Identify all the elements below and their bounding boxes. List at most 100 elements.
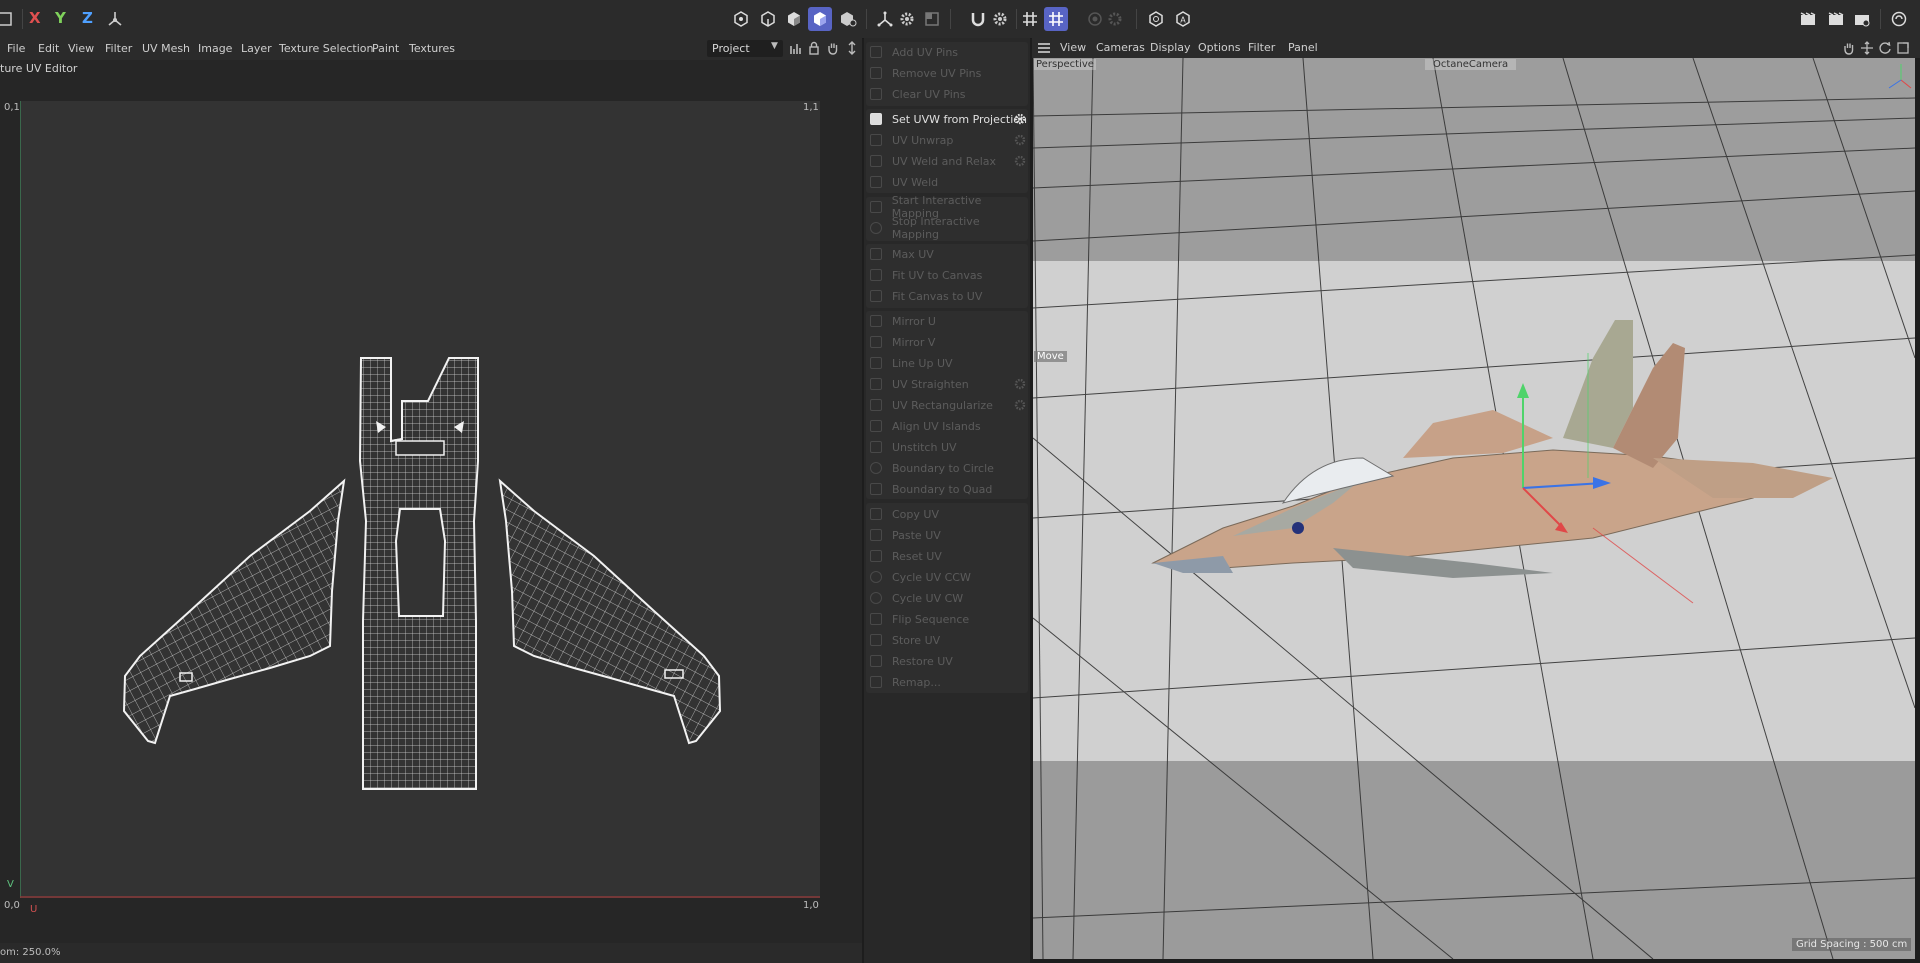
- cmd-cycle-uv-cw[interactable]: Cycle UV CW: [866, 588, 1028, 608]
- axis-x-toggle[interactable]: X: [29, 9, 41, 27]
- vp-menu-view[interactable]: View: [1060, 41, 1086, 54]
- vp-menu-display[interactable]: Display: [1150, 41, 1191, 54]
- view-hide-icon[interactable]: [1144, 7, 1168, 31]
- axis-y-toggle[interactable]: Y: [55, 9, 66, 27]
- cmd-cycle-uv-ccw[interactable]: Cycle UV CCW: [866, 567, 1028, 587]
- menu-filter[interactable]: Filter: [105, 42, 132, 55]
- snap-settings-gear-icon[interactable]: [988, 7, 1012, 31]
- menu-textures[interactable]: Textures: [409, 42, 455, 55]
- cmd-uv-rectangularize[interactable]: UV Rectangularize: [866, 395, 1028, 415]
- vp-menu-panel[interactable]: Panel: [1288, 41, 1318, 54]
- viewport-solo-icon[interactable]: [920, 7, 944, 31]
- render-region-icon[interactable]: [1796, 7, 1820, 31]
- project-dropdown[interactable]: Project ▼: [707, 40, 783, 57]
- svg-text:A: A: [1180, 16, 1186, 25]
- hamburger-menu-icon[interactable]: [1037, 41, 1051, 55]
- gear-icon[interactable]: [1014, 113, 1026, 125]
- cmd-reset-uv[interactable]: Reset UV: [866, 546, 1028, 566]
- lock-icon[interactable]: [807, 41, 821, 55]
- cmd-start-interactive-mapping[interactable]: Start Interactive Mapping: [866, 194, 1028, 220]
- polygons-mode-icon[interactable]: [782, 7, 806, 31]
- vp-menu-filter[interactable]: Filter: [1248, 41, 1275, 54]
- cmd-add-uv-pins[interactable]: Add UV Pins: [866, 42, 1028, 62]
- rectangularize-icon: [870, 399, 882, 411]
- cmd-uv-straighten[interactable]: UV Straighten: [866, 374, 1028, 394]
- edges-mode-icon[interactable]: [756, 7, 780, 31]
- weld-relax-icon: [870, 155, 882, 167]
- gear-icon[interactable]: [1014, 378, 1026, 390]
- cmd-remap[interactable]: Remap...: [866, 672, 1028, 692]
- cmd-fit-canvas-to-uv[interactable]: Fit Canvas to UV: [866, 286, 1028, 306]
- cmd-uv-weld-and-relax[interactable]: UV Weld and Relax: [866, 151, 1028, 171]
- vp-pan-hand-icon[interactable]: [1842, 41, 1856, 55]
- paste-icon: [870, 529, 882, 541]
- cmd-align-uv-islands[interactable]: Align UV Islands: [866, 416, 1028, 436]
- cmd-restore-uv[interactable]: Restore UV: [866, 651, 1028, 671]
- cmd-paste-uv[interactable]: Paste UV: [866, 525, 1028, 545]
- uv-corner-top-left: 0,1: [4, 102, 20, 113]
- vp-menu-cameras[interactable]: Cameras: [1096, 41, 1145, 54]
- cmd-boundary-to-circle[interactable]: Boundary to Circle: [866, 458, 1028, 478]
- cmd-flip-sequence[interactable]: Flip Sequence: [866, 609, 1028, 629]
- cmd-remove-uv-pins[interactable]: Remove UV Pins: [866, 63, 1028, 83]
- axis-settings-gear-icon[interactable]: [895, 7, 919, 31]
- cmd-mirror-u[interactable]: Mirror U: [866, 311, 1028, 331]
- grid-snap-icon[interactable]: [1018, 7, 1042, 31]
- menu-paint[interactable]: Paint: [372, 42, 399, 55]
- menu-file[interactable]: File: [7, 42, 25, 55]
- perspective-label[interactable]: Perspective: [1034, 59, 1096, 70]
- histogram-icon[interactable]: [789, 41, 803, 55]
- rotate-cw-icon: [870, 592, 882, 604]
- gear-icon[interactable]: [1014, 399, 1026, 411]
- axis-z-toggle[interactable]: Z: [82, 9, 93, 27]
- axis-modifier-icon[interactable]: [873, 7, 897, 31]
- vp-menu-options[interactable]: Options: [1198, 41, 1240, 54]
- cmd-boundary-to-quad[interactable]: Boundary to Quad: [866, 479, 1028, 499]
- points-mode-icon[interactable]: [729, 7, 753, 31]
- cmd-fit-uv-to-canvas[interactable]: Fit UV to Canvas: [866, 265, 1028, 285]
- vp-maximize-icon[interactable]: [1896, 41, 1910, 55]
- cmd-store-uv[interactable]: Store UV: [866, 630, 1028, 650]
- uv-points-mode-icon[interactable]: [836, 7, 860, 31]
- viewport-canvas[interactable]: Perspective OctaneCamera Move Grid Spaci…: [1033, 58, 1915, 959]
- pan-hand-icon[interactable]: [826, 41, 840, 55]
- project-dropdown-label: Project: [712, 42, 750, 55]
- auto-key-icon[interactable]: A: [1171, 7, 1195, 31]
- chevron-down-icon: ▼: [771, 41, 778, 51]
- cmd-copy-uv[interactable]: Copy UV: [866, 504, 1028, 524]
- render-view-icon[interactable]: [1824, 7, 1848, 31]
- uv-polygons-mode-icon[interactable]: [808, 7, 832, 31]
- reset-icon: [870, 550, 882, 562]
- cmd-clear-uv-pins[interactable]: Clear UV Pins: [866, 84, 1028, 104]
- render-settings-icon[interactable]: [1850, 7, 1874, 31]
- menu-image[interactable]: Image: [198, 42, 232, 55]
- gear-icon[interactable]: [1014, 155, 1026, 167]
- cmd-mirror-v[interactable]: Mirror V: [866, 332, 1028, 352]
- viewport-menubar: View Cameras Display Options Filter Pane…: [1032, 38, 1920, 58]
- commander-icon[interactable]: [1887, 7, 1911, 31]
- cmd-set-uvw-from-projection[interactable]: Set UVW from Projection: [866, 109, 1028, 129]
- menu-edit[interactable]: Edit: [38, 42, 59, 55]
- cmd-stop-interactive-mapping[interactable]: Stop Interactive Mapping: [866, 215, 1028, 241]
- uv-canvas[interactable]: [20, 101, 820, 898]
- cmd-line-up-uv[interactable]: Line Up UV: [866, 353, 1028, 373]
- menu-layer[interactable]: Layer: [241, 42, 272, 55]
- workplane-grid-icon[interactable]: [1044, 7, 1068, 31]
- active-camera-label[interactable]: OctaneCamera: [1425, 59, 1517, 70]
- uv-editor-title: ture UV Editor: [0, 62, 78, 75]
- cmd-max-uv[interactable]: Max UV: [866, 244, 1028, 264]
- cmd-uv-unwrap[interactable]: UV Unwrap: [866, 130, 1028, 150]
- menu-view[interactable]: View: [68, 42, 94, 55]
- gear-icon[interactable]: [1014, 134, 1026, 146]
- cmd-unstitch-uv[interactable]: Unstitch UV: [866, 437, 1028, 457]
- menu-texture-selection[interactable]: Texture Selection: [279, 42, 373, 55]
- soft-selection-gear-icon[interactable]: [1103, 7, 1127, 31]
- panel-icon[interactable]: [0, 7, 16, 31]
- vp-rotate-icon[interactable]: [1878, 41, 1892, 55]
- snap-magnet-icon[interactable]: [966, 7, 990, 31]
- menu-uv-mesh[interactable]: UV Mesh: [142, 42, 190, 55]
- zoom-arrows-icon[interactable]: [845, 41, 859, 55]
- vp-move-arrows-icon[interactable]: [1860, 41, 1874, 55]
- cmd-uv-weld[interactable]: UV Weld: [866, 172, 1028, 192]
- coordinate-system-icon[interactable]: [103, 7, 127, 31]
